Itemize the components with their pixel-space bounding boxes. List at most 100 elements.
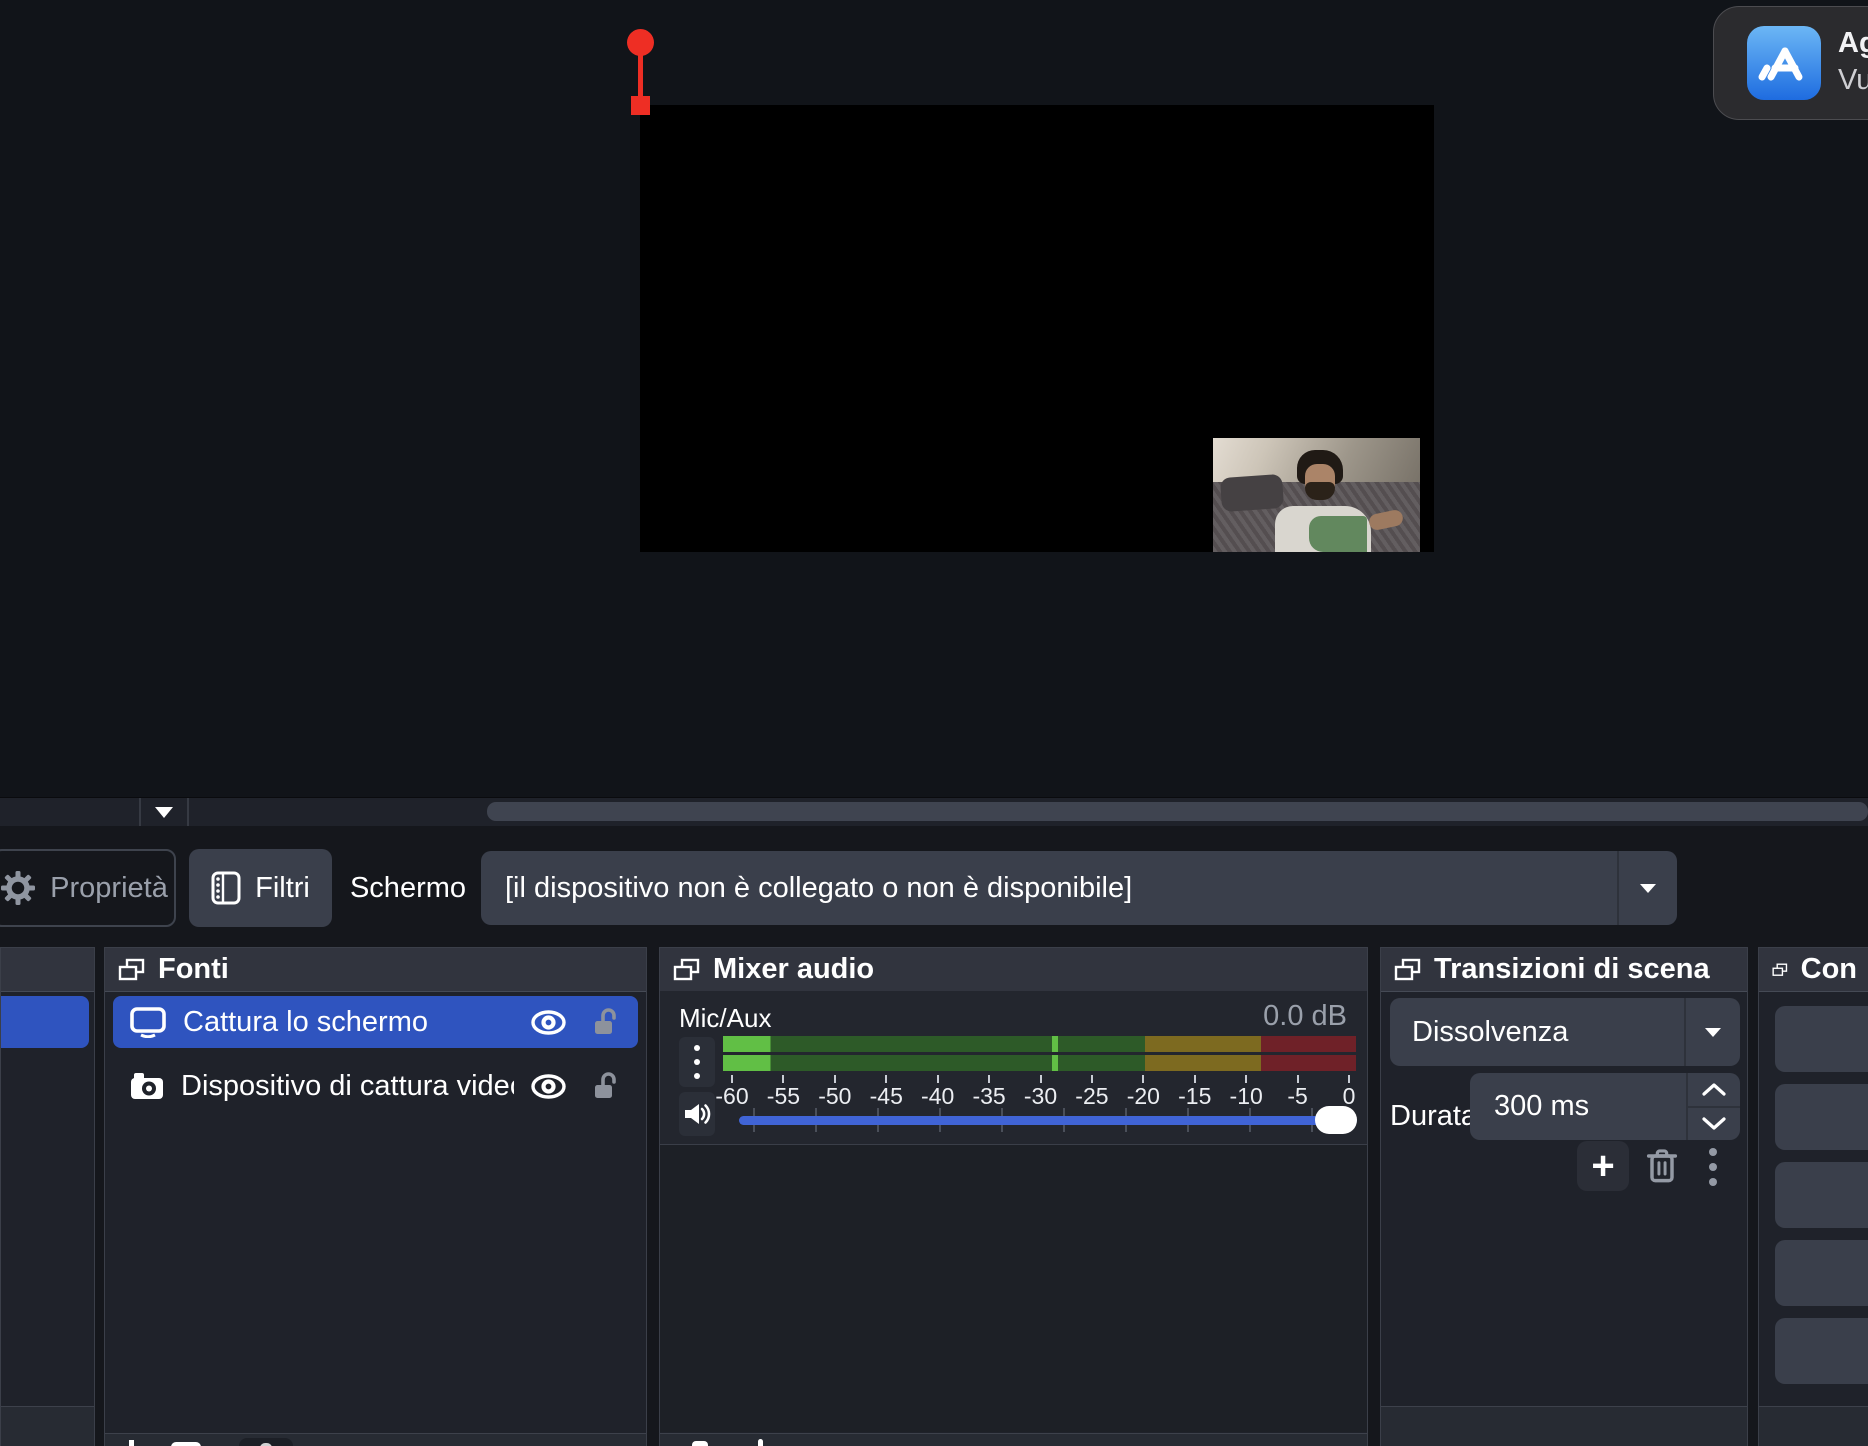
unlock-icon[interactable] xyxy=(593,1071,620,1102)
panel-icon xyxy=(673,958,700,982)
properties-button-label: Proprietà xyxy=(50,872,168,905)
filters-button[interactable]: Filtri xyxy=(189,849,332,927)
add-transition-button[interactable]: + xyxy=(1577,1141,1629,1191)
remove-source-icon[interactable] xyxy=(171,1442,201,1446)
eye-icon[interactable] xyxy=(530,1073,567,1100)
chevron-up-icon xyxy=(1702,1082,1726,1096)
obs-window: Ag Vu xyxy=(0,0,1868,1446)
sources-panel: Fonti Cattura lo schermo xyxy=(104,947,647,1446)
source-name-label: Schermo xyxy=(344,849,472,927)
transitions-panel-header[interactable]: Transizioni di scena xyxy=(1381,948,1747,992)
mixer-footer-kebab-icon[interactable] xyxy=(758,1439,763,1446)
scenes-panel-header[interactable] xyxy=(1,948,94,992)
slider-thumb[interactable] xyxy=(1315,1106,1357,1134)
gear-icon xyxy=(0,870,36,906)
sources-panel-footer xyxy=(105,1433,646,1446)
notification-subtitle: Vu xyxy=(1838,62,1868,99)
device-combobox[interactable]: [il dispositivo non è collegato o non è … xyxy=(481,851,1677,925)
source-label: Dispositivo di cattura video xyxy=(181,1070,514,1103)
mixer-panel-header[interactable]: Mixer audio xyxy=(660,948,1367,992)
scenes-panel xyxy=(0,947,95,1446)
mixer-panel-title: Mixer audio xyxy=(713,953,874,986)
control-button[interactable] xyxy=(1775,1006,1868,1072)
control-button[interactable] xyxy=(1775,1240,1868,1306)
control-button[interactable] xyxy=(1775,1084,1868,1150)
scrollbar-thumb[interactable] xyxy=(487,802,1868,821)
filters-icon xyxy=(211,871,241,905)
duration-steppers xyxy=(1686,1073,1740,1140)
transitions-panel-footer xyxy=(1381,1406,1747,1446)
speaker-icon xyxy=(682,1101,712,1127)
webcam-pip[interactable] xyxy=(1213,438,1420,552)
unlock-icon[interactable] xyxy=(593,1007,620,1038)
collapse-arrow-button[interactable] xyxy=(141,798,187,826)
notification-title: Ag xyxy=(1838,25,1868,62)
slider-track[interactable] xyxy=(739,1116,1357,1125)
source-toolbar: Proprietà Filtri Schermo [il dispositivo… xyxy=(0,826,1868,947)
dock-area: Fonti Cattura lo schermo xyxy=(0,947,1868,1446)
sources-panel-title: Fonti xyxy=(158,953,229,986)
person-beard xyxy=(1305,482,1335,500)
mixer-channel-mic-aux: Mic/Aux 0.0 dB -60-55-50-45-40-35-30-25-… xyxy=(660,991,1367,1145)
panel-icon xyxy=(1772,958,1788,982)
mute-button[interactable] xyxy=(679,1092,715,1136)
transitions-panel-title: Transizioni di scena xyxy=(1434,953,1710,986)
kebab-icon xyxy=(1709,1148,1717,1156)
meter-tick-marks xyxy=(732,1075,1349,1083)
mixer-panel-body xyxy=(660,1145,1367,1432)
trash-icon xyxy=(1646,1148,1678,1184)
volume-slider[interactable] xyxy=(739,1105,1357,1135)
source-row-screen-capture[interactable]: Cattura lo schermo xyxy=(113,996,638,1048)
selection-handle-dot[interactable] xyxy=(627,29,654,56)
transition-combobox-arrow[interactable] xyxy=(1684,998,1740,1066)
duration-value: 300 ms xyxy=(1470,1090,1589,1123)
scene-list-item-selected[interactable] xyxy=(1,996,89,1048)
source-row-video-capture[interactable]: Dispositivo di cattura video xyxy=(113,1060,638,1112)
sources-panel-header[interactable]: Fonti xyxy=(105,948,646,992)
duration-label: Durata xyxy=(1390,1083,1466,1150)
divider xyxy=(187,798,189,826)
mixer-panel: Mixer audio Mic/Aux 0.0 dB -60-55-50-45-… xyxy=(659,947,1368,1446)
step-up-button[interactable] xyxy=(1688,1073,1740,1106)
meter-peak xyxy=(1052,1055,1058,1071)
meter-peak xyxy=(1052,1036,1058,1052)
control-button[interactable] xyxy=(1775,1162,1868,1228)
selection-handle-square[interactable] xyxy=(631,96,650,115)
meter-channel xyxy=(723,1055,1356,1071)
chevron-down-icon xyxy=(1640,884,1656,893)
couch-pillow xyxy=(1220,474,1284,512)
control-button[interactable] xyxy=(1775,1318,1868,1384)
preview-canvas[interactable]: Ag Vu xyxy=(0,0,1868,797)
scenes-panel-footer xyxy=(1,1406,94,1446)
app-store-icon xyxy=(1747,26,1821,100)
properties-button[interactable]: Proprietà xyxy=(0,849,176,927)
macos-notification[interactable]: Ag Vu xyxy=(1713,6,1868,120)
mixer-panel-footer xyxy=(660,1433,1367,1446)
eye-icon[interactable] xyxy=(530,1009,567,1036)
kebab-icon xyxy=(694,1045,700,1051)
mixer-options-button[interactable] xyxy=(679,1037,715,1087)
mixer-channel-db-value: 0.0 dB xyxy=(1263,1000,1347,1033)
mixer-footer-icon[interactable] xyxy=(692,1441,708,1446)
controls-panel-header[interactable]: Con xyxy=(1759,948,1868,992)
step-down-button[interactable] xyxy=(1688,1106,1740,1141)
transition-combobox[interactable]: Dissolvenza xyxy=(1390,998,1740,1066)
duration-spinbox[interactable]: 300 ms xyxy=(1470,1073,1740,1140)
filters-button-label: Filtri xyxy=(255,872,310,905)
controls-panel-title: Con xyxy=(1801,953,1857,986)
device-combobox-value: [il dispositivo non è collegato o non è … xyxy=(481,872,1132,905)
controls-panel-footer xyxy=(1759,1406,1868,1446)
panel-icon xyxy=(118,958,145,982)
chevron-down-icon xyxy=(1702,1117,1726,1131)
mixer-channel-name: Mic/Aux xyxy=(679,1003,771,1034)
source-properties-button[interactable] xyxy=(239,1438,293,1446)
shirt-pattern xyxy=(1309,516,1367,552)
add-source-icon[interactable] xyxy=(129,1440,134,1446)
controls-panel: Con xyxy=(1758,947,1868,1446)
camera-icon xyxy=(129,1071,165,1101)
display-icon xyxy=(129,1006,167,1038)
device-combobox-arrow[interactable] xyxy=(1617,851,1677,925)
chevron-down-icon xyxy=(155,807,173,818)
remove-transition-button[interactable] xyxy=(1643,1146,1681,1186)
transition-options-button[interactable] xyxy=(1709,1148,1717,1186)
